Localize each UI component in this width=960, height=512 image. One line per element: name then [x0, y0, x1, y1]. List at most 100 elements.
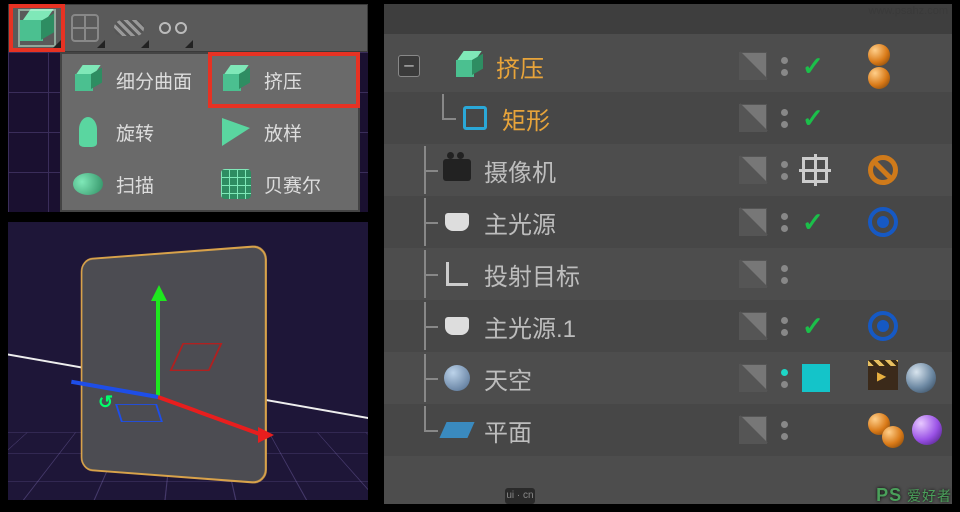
- tree-branch-icon: [414, 406, 438, 454]
- visibility-dots[interactable]: [781, 369, 788, 388]
- plane-handle-xy[interactable]: [115, 404, 163, 422]
- target-tag-icon[interactable]: [868, 311, 898, 341]
- cube-generator-button[interactable]: [11, 6, 63, 50]
- vase-icon: [79, 117, 97, 147]
- menu-label: 挤压: [264, 67, 302, 94]
- menu-item-bezier[interactable]: 贝赛尔: [210, 158, 358, 210]
- deformer-button[interactable]: [63, 6, 107, 50]
- object-label: 矩形: [502, 101, 550, 136]
- sky-icon: [440, 361, 474, 395]
- object-manager: – 挤压 ✓ 矩形 ✓ 摄像机: [384, 4, 952, 504]
- tree-branch-icon: [414, 198, 438, 246]
- tree-branch-icon: [414, 146, 438, 194]
- view-target-icon[interactable]: [802, 157, 828, 183]
- expand-toggle[interactable]: –: [398, 55, 420, 77]
- visibility-dots[interactable]: [781, 213, 788, 232]
- object-row-mainlight-1[interactable]: 主光源.1 ✓: [384, 300, 952, 352]
- sweep-icon: [73, 173, 103, 195]
- menu-label: 扫描: [116, 171, 154, 198]
- enable-check-icon[interactable]: ✓: [802, 103, 824, 134]
- layer-flag[interactable]: [739, 52, 767, 80]
- object-row-plane[interactable]: 平面: [384, 404, 952, 456]
- object-label: 挤压: [496, 49, 544, 84]
- cube-icon: [73, 65, 103, 95]
- light-icon: [440, 309, 474, 343]
- orbit-arrow-icon: ↺: [98, 392, 113, 413]
- compositing-tag-icon[interactable]: [868, 366, 898, 390]
- null-target-icon: [440, 257, 474, 291]
- object-label: 主光源: [484, 205, 556, 240]
- object-row-sky[interactable]: 天空: [384, 352, 952, 404]
- object-row-camera[interactable]: 摄像机: [384, 144, 952, 196]
- object-row-rectangle[interactable]: 矩形 ✓: [384, 92, 952, 144]
- menu-label: 细分曲面: [116, 67, 192, 94]
- tree-branch-icon: [414, 302, 438, 350]
- object-row-target[interactable]: 投射目标: [384, 248, 952, 300]
- layer-flag[interactable]: [739, 364, 767, 392]
- plane-icon: [440, 413, 474, 447]
- object-label: 平面: [484, 413, 532, 448]
- ui-cn-badge: ui · cn: [505, 488, 535, 504]
- object-row-extrude[interactable]: – 挤压 ✓: [384, 40, 952, 92]
- move-gizmo[interactable]: ↺: [158, 397, 160, 399]
- visibility-dots[interactable]: [781, 421, 788, 440]
- visibility-dots[interactable]: [781, 161, 788, 180]
- render-flag[interactable]: [802, 364, 830, 392]
- layer-flag[interactable]: [739, 260, 767, 288]
- menu-label: 贝赛尔: [264, 171, 321, 198]
- object-row-mainlight[interactable]: 主光源 ✓: [384, 196, 952, 248]
- extrude-icon: [221, 65, 251, 95]
- enable-check-icon[interactable]: ✓: [802, 311, 824, 342]
- camera-icon: [440, 153, 474, 187]
- tree-branch-icon: [414, 354, 438, 402]
- gridball-icon: [221, 169, 251, 199]
- layer-flag[interactable]: [739, 104, 767, 132]
- target-tag-icon[interactable]: [868, 207, 898, 237]
- light-icon: [440, 205, 474, 239]
- watermark-big: PS: [876, 485, 902, 505]
- dropdown-corner-icon: [141, 40, 149, 48]
- menu-label: 放样: [264, 119, 302, 146]
- dropdown-corner-icon: [97, 40, 105, 48]
- main-toolbar: [8, 4, 368, 52]
- material-tag-purple[interactable]: [912, 415, 942, 445]
- dropdown-corner-icon: [185, 40, 193, 48]
- layer-flag[interactable]: [739, 416, 767, 444]
- layer-flag[interactable]: [739, 312, 767, 340]
- camera-button[interactable]: [151, 6, 195, 50]
- axis-y[interactable]: [156, 297, 160, 397]
- arrow-x-icon: [258, 427, 274, 443]
- material-tags[interactable]: [868, 413, 904, 448]
- generators-panel: 细分曲面 挤压 旋转 放样 扫描 贝赛尔: [8, 4, 368, 214]
- visibility-dots[interactable]: [781, 317, 788, 336]
- visibility-dots[interactable]: [781, 109, 788, 128]
- visibility-dots[interactable]: [781, 265, 788, 284]
- sky-material-icon[interactable]: [906, 363, 936, 393]
- menu-item-sweep[interactable]: 扫描: [62, 158, 210, 210]
- object-label: 主光源.1: [484, 309, 576, 344]
- menu-label: 旋转: [116, 119, 154, 146]
- rectangle-icon: [458, 101, 492, 135]
- enable-check-icon[interactable]: ✓: [802, 207, 824, 238]
- perspective-viewport[interactable]: ↺: [8, 222, 368, 500]
- extrude-icon: [452, 49, 486, 83]
- layer-flag[interactable]: [739, 156, 767, 184]
- menu-item-subdivision[interactable]: 细分曲面: [62, 54, 210, 106]
- object-manager-header: [384, 4, 952, 34]
- watermark-small: 爱好者: [907, 488, 952, 504]
- visibility-dots[interactable]: [781, 57, 788, 76]
- object-label: 摄像机: [484, 153, 556, 188]
- material-tags[interactable]: [868, 44, 890, 89]
- enable-check-icon[interactable]: ✓: [802, 51, 824, 82]
- tree-branch-icon: [414, 250, 438, 298]
- wedge-icon: [222, 118, 250, 146]
- menu-item-loft[interactable]: 放样: [210, 106, 358, 158]
- menu-item-extrude[interactable]: 挤压: [210, 54, 358, 106]
- menu-item-lathe[interactable]: 旋转: [62, 106, 210, 158]
- generators-popup: 细分曲面 挤压 旋转 放样 扫描 贝赛尔: [60, 52, 360, 212]
- watermark-brand: PS 爱好者: [876, 485, 952, 506]
- object-label: 投射目标: [484, 257, 580, 292]
- forbid-tag-icon[interactable]: [868, 155, 898, 185]
- environment-button[interactable]: [107, 6, 151, 50]
- layer-flag[interactable]: [739, 208, 767, 236]
